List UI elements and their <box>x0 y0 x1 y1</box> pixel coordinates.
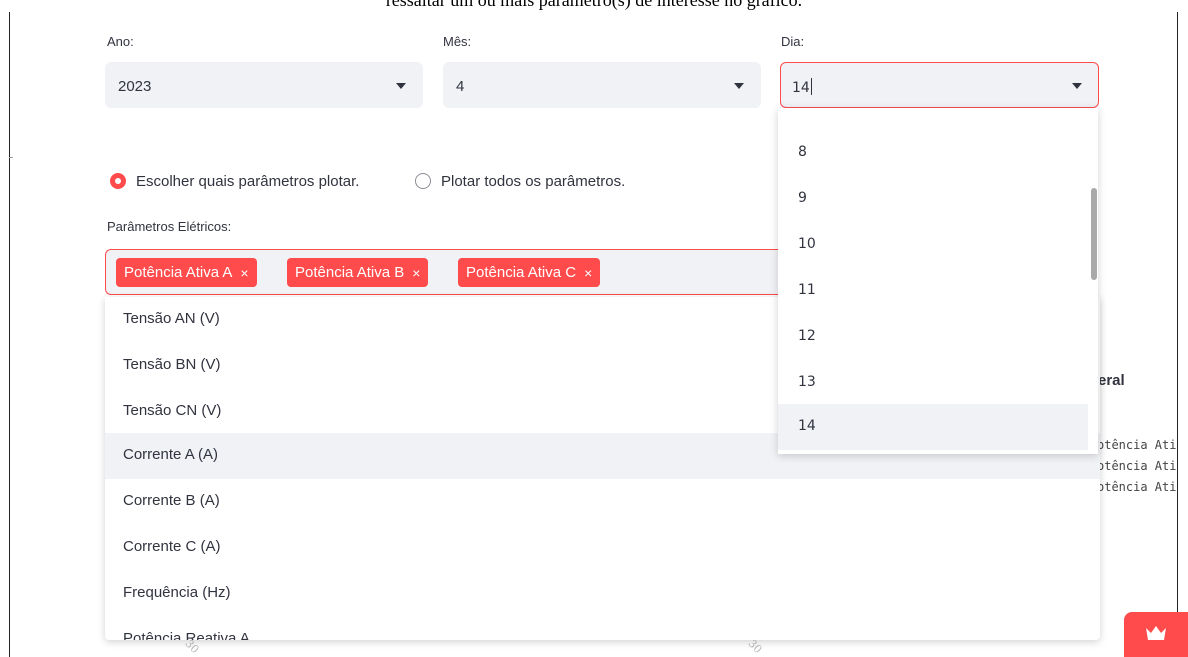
list-item[interactable]: 12 <box>778 314 1088 360</box>
day-dropdown-menu: 7 8 9 10 11 12 13 14 <box>778 108 1098 454</box>
list-item[interactable]: 8 <box>778 130 1088 176</box>
list-item[interactable]: Potência Reativa A <box>105 617 1100 640</box>
params-label: Parâmetros Elétricos: <box>107 219 232 234</box>
year-select[interactable]: 2023 <box>105 62 423 108</box>
chip-label: Potência Ativa C <box>466 264 577 281</box>
month-label: Mês: <box>443 34 472 49</box>
frame-tick <box>9 157 13 158</box>
close-icon[interactable]: × <box>240 265 248 281</box>
list-item[interactable]: 9 <box>778 176 1088 222</box>
year-label: Ano: <box>107 34 134 49</box>
text-cursor <box>810 78 812 95</box>
legend-item: otência Ati <box>1097 459 1177 473</box>
list-item[interactable]: 10 <box>778 222 1088 268</box>
crown-icon <box>1146 626 1166 640</box>
list-item[interactable]: 11 <box>778 268 1088 314</box>
chip-label: Potência Ativa A <box>124 264 233 281</box>
radio-choose-params-label: Escolher quais parâmetros plotar. <box>136 172 360 190</box>
chevron-down-icon <box>1072 83 1082 89</box>
list-item[interactable]: Corrente C (A) <box>105 525 1100 571</box>
legend-item: otência Ati <box>1097 438 1177 452</box>
frame-border-right <box>1177 12 1178 657</box>
chevron-down-icon <box>396 83 406 89</box>
radio-selected-icon <box>110 173 126 189</box>
radio-plot-all-label: Plotar todos os parâmetros. <box>441 172 626 190</box>
chip-potencia-ativa-c: Potência Ativa C × <box>458 258 601 287</box>
chip-potencia-ativa-a: Potência Ativa A × <box>116 258 257 287</box>
chart-title-fragment: eral <box>1098 372 1125 389</box>
radio-choose-params[interactable]: Escolher quais parâmetros plotar. <box>110 171 359 191</box>
list-item[interactable]: Corrente B (A) <box>105 479 1100 525</box>
streamlit-app-button[interactable] <box>1124 612 1188 657</box>
chevron-down-icon <box>734 83 744 89</box>
year-value: 2023 <box>118 78 152 95</box>
chip-potencia-ativa-b: Potência Ativa B × <box>287 258 429 287</box>
month-select[interactable]: 4 <box>443 62 761 108</box>
list-item[interactable]: Frequência (Hz) <box>105 571 1100 617</box>
radio-plot-all[interactable]: Plotar todos os parâmetros. <box>415 171 625 191</box>
figure-caption: ressaltar um ou mais parâmetro(s) de int… <box>385 0 803 10</box>
close-icon[interactable]: × <box>584 265 592 281</box>
legend-item: otência Ati <box>1097 480 1177 494</box>
list-item[interactable]: 13 <box>778 360 1088 406</box>
day-menu-scrollbar[interactable] <box>1091 188 1097 280</box>
params-multiselect[interactable]: Potência Ativa A × Potência Ativa B × Po… <box>105 249 805 295</box>
month-value: 4 <box>456 78 465 95</box>
day-label: Dia: <box>781 34 805 49</box>
frame-border-left <box>9 12 10 657</box>
day-value: 14 <box>792 80 810 96</box>
list-item-highlighted[interactable]: 14 <box>778 404 1088 450</box>
close-icon[interactable]: × <box>412 265 420 281</box>
day-select[interactable]: 14 <box>780 62 1099 108</box>
chip-label: Potência Ativa B <box>295 264 405 281</box>
radio-unselected-icon <box>415 173 431 189</box>
list-item[interactable]: 7 <box>778 108 1088 124</box>
